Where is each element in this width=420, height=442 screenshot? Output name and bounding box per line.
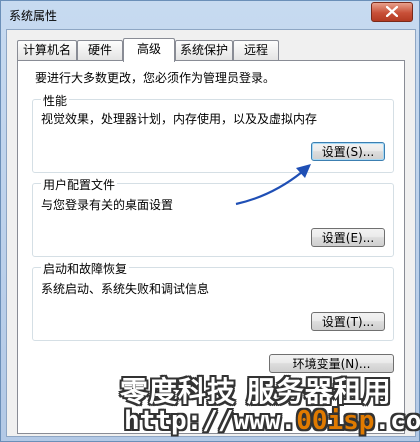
- performance-settings-button[interactable]: 设置(S)...: [311, 142, 385, 161]
- startup-recovery-group-title: 启动和故障恢复: [41, 260, 130, 277]
- tab-hardware[interactable]: 硬件: [77, 40, 123, 60]
- tab-system-protection[interactable]: 系统保护: [175, 40, 233, 60]
- advanced-tab-panel: 要进行大多数更改，您必须作为管理员登录。 性能 视觉效果，处理器计划，内存使用，…: [17, 60, 405, 434]
- startup-recovery-group: 启动和故障恢复 系统启动、系统失败和调试信息 设置(T)...: [32, 260, 394, 341]
- title-bar[interactable]: 系统属性: [1, 1, 419, 29]
- performance-description: 视觉效果，处理器计划，内存使用，以及及虚拟内存: [41, 112, 318, 126]
- user-profiles-settings-button[interactable]: 设置(E)...: [311, 228, 385, 247]
- dialog-body: 计算机名 硬件 高级 系统保护 远程 要进行大多数更改，您必须作为管理员登录。 …: [6, 29, 416, 437]
- tab-remote[interactable]: 远程: [233, 40, 279, 60]
- environment-variables-button[interactable]: 环境变量(N)...: [269, 354, 394, 373]
- close-button[interactable]: [371, 2, 413, 22]
- user-profiles-description: 与您登录有关的桌面设置: [41, 198, 174, 212]
- startup-recovery-settings-button[interactable]: 设置(T)...: [311, 312, 385, 331]
- performance-group-title: 性能: [41, 92, 70, 109]
- startup-recovery-description: 系统启动、系统失败和调试信息: [41, 282, 210, 296]
- window-title: 系统属性: [9, 9, 58, 23]
- close-icon: [386, 6, 398, 17]
- performance-group: 性能 视觉效果，处理器计划，内存使用，以及及虚拟内存 设置(S)...: [32, 92, 394, 173]
- admin-note: 要进行大多数更改，您必须作为管理员登录。: [35, 71, 276, 85]
- user-profiles-group: 用户配置文件 与您登录有关的桌面设置 设置(E)...: [32, 176, 394, 257]
- tab-computer-name[interactable]: 计算机名: [17, 40, 77, 60]
- tab-advanced[interactable]: 高级: [123, 38, 175, 62]
- system-properties-window: 系统属性 计算机名 硬件 高级 系统保护 远程 要进行大多数更改，您必须作为管理…: [0, 0, 420, 442]
- user-profiles-group-title: 用户配置文件: [41, 176, 118, 193]
